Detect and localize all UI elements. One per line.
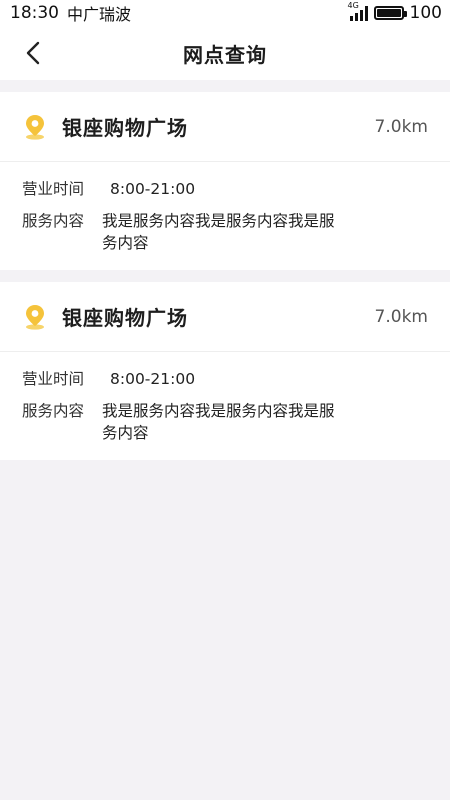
signal-icon: 4G [348, 1, 368, 21]
store-name: 银座购物广场 [62, 116, 188, 140]
location-pin-icon [22, 304, 48, 330]
service-label: 服务内容 [22, 402, 85, 420]
store-distance: 7.0km [374, 306, 428, 327]
status-right: 4G 100 [348, 1, 442, 23]
store-name: 银座购物广场 [62, 306, 188, 330]
store-card-body: 营业时间 8:00-21:00 服务内容 我是服务内容我是服务内容我是服务内容 [0, 162, 450, 270]
status-carrier: 中广瑞波 [67, 5, 132, 24]
hours-label: 营业时间 [22, 370, 85, 388]
section-gap [0, 80, 450, 92]
hours-value: 8:00-21:00 [110, 370, 196, 388]
battery-icon [373, 6, 407, 20]
store-distance: 7.0km [374, 116, 428, 137]
service-row: 服务内容 我是服务内容我是服务内容我是服务内容 [22, 210, 428, 254]
battery-level: 100 [409, 3, 442, 23]
nav-bar: 网点查询 [0, 26, 450, 80]
back-button[interactable] [18, 38, 48, 68]
status-left: 18:30 中广瑞波 [10, 1, 131, 25]
store-card-header: 银座购物广场 7.0km [0, 282, 450, 352]
network-type: 4G [347, 1, 359, 10]
store-card-header: 银座购物广场 7.0km [0, 92, 450, 162]
service-label: 服务内容 [22, 212, 85, 230]
hours-value: 8:00-21:00 [110, 180, 196, 198]
service-value: 我是服务内容我是服务内容我是服务内容 [102, 212, 335, 252]
section-gap [0, 270, 450, 282]
hours-row: 营业时间 8:00-21:00 [22, 368, 428, 390]
location-pin-icon [22, 114, 48, 140]
service-row: 服务内容 我是服务内容我是服务内容我是服务内容 [22, 400, 428, 444]
chevron-left-icon [26, 41, 40, 65]
store-card[interactable]: 银座购物广场 7.0km 营业时间 8:00-21:00 服务内容 我是服务内容… [0, 282, 450, 460]
status-time: 18:30 [10, 3, 59, 23]
service-value: 我是服务内容我是服务内容我是服务内容 [102, 402, 335, 442]
store-card-body: 营业时间 8:00-21:00 服务内容 我是服务内容我是服务内容我是服务内容 [0, 352, 450, 460]
store-card[interactable]: 银座购物广场 7.0km 营业时间 8:00-21:00 服务内容 我是服务内容… [0, 92, 450, 270]
page-title: 网点查询 [183, 42, 267, 67]
status-bar: 18:30 中广瑞波 4G 100 [0, 0, 450, 26]
hours-label: 营业时间 [22, 180, 85, 198]
hours-row: 营业时间 8:00-21:00 [22, 178, 428, 200]
